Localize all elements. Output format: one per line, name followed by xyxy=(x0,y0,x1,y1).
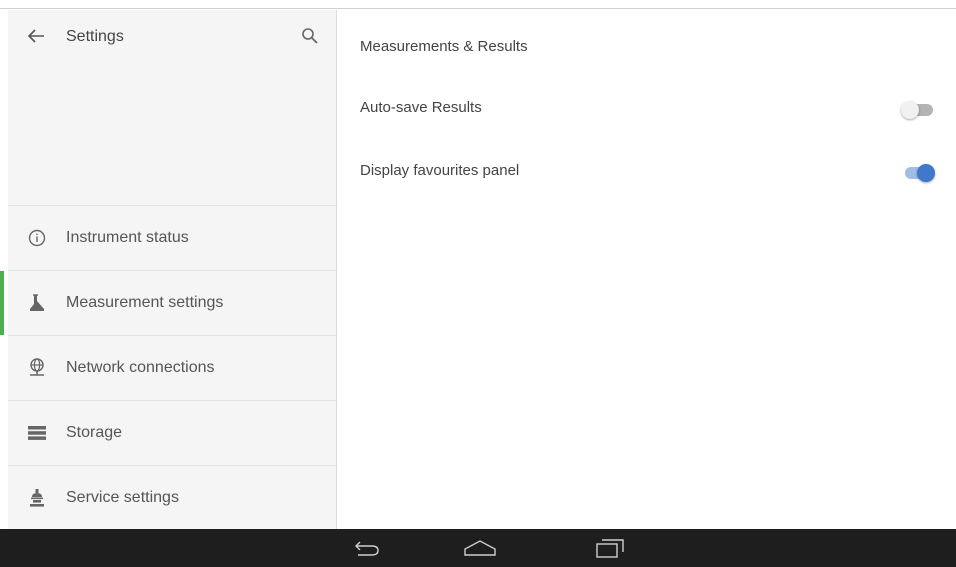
globe-network-icon xyxy=(26,357,48,379)
sidebar-item-label: Storage xyxy=(66,424,123,441)
sidebar-item-instrument-status[interactable]: Instrument status xyxy=(8,205,337,270)
search-button[interactable] xyxy=(298,24,322,48)
sidebar-item-measurement-settings[interactable]: Measurement settings xyxy=(0,270,337,335)
setting-label: Display favourites panel xyxy=(360,162,520,179)
system-navigation-bar xyxy=(0,529,956,567)
service-icon xyxy=(26,487,48,509)
sidebar-item-label: Instrument status xyxy=(66,229,189,246)
toggle-thumb xyxy=(901,101,919,119)
auto-save-toggle[interactable] xyxy=(901,101,935,119)
top-bar xyxy=(0,0,956,9)
sidebar-item-label: Measurement settings xyxy=(66,294,224,311)
sidebar-item-network-connections[interactable]: Network connections xyxy=(8,335,337,400)
sidebar-title: Settings xyxy=(66,28,124,45)
setting-row-auto-save[interactable]: Auto-save Results xyxy=(338,83,956,133)
flask-icon xyxy=(26,292,48,314)
arrow-left-icon xyxy=(27,29,44,43)
sidebar-nav: Instrument status Measurement settings N… xyxy=(0,205,337,530)
system-back-button[interactable] xyxy=(345,536,389,560)
sidebar: Settings Instrument status Measurement s… xyxy=(0,10,337,530)
search-icon xyxy=(302,28,318,44)
setting-row-favourites-panel[interactable]: Display favourites panel xyxy=(338,146,956,196)
sidebar-item-label: Network connections xyxy=(66,359,215,376)
back-icon xyxy=(355,541,379,556)
section-title: Measurements & Results xyxy=(360,38,528,55)
info-icon xyxy=(26,227,48,249)
storage-icon xyxy=(26,422,48,444)
setting-label: Auto-save Results xyxy=(360,99,482,116)
sidebar-item-service-settings[interactable]: Service settings xyxy=(8,465,337,530)
settings-panel: Measurements & Results Auto-save Results… xyxy=(338,10,956,529)
home-icon xyxy=(464,540,496,556)
toggle-thumb xyxy=(917,164,935,182)
back-button[interactable] xyxy=(24,24,48,48)
favourites-panel-toggle[interactable] xyxy=(901,164,935,182)
recents-icon xyxy=(596,539,624,558)
sidebar-header: Settings xyxy=(8,10,337,206)
system-recents-button[interactable] xyxy=(588,536,632,560)
system-home-button[interactable] xyxy=(458,536,502,560)
sidebar-item-storage[interactable]: Storage xyxy=(8,400,337,465)
sidebar-item-label: Service settings xyxy=(66,489,179,506)
